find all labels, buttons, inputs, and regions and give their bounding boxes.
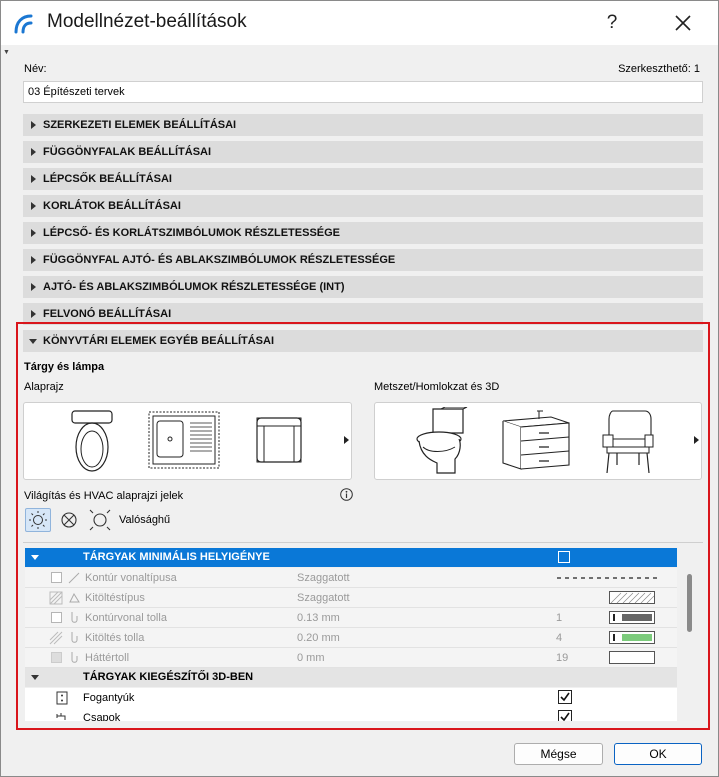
chevron-right-icon xyxy=(31,121,36,129)
chevron-right-icon xyxy=(31,256,36,264)
name-input[interactable]: 03 Építészeti tervek xyxy=(23,81,703,103)
section-stairs[interactable]: LÉPCSŐK BEÁLLÍTÁSAI xyxy=(23,168,703,190)
title-bar: Modellnézet-beállítások ? xyxy=(1,1,718,45)
editable-count: Szerkeszthető: 1 xyxy=(618,63,700,75)
collapse-arrow-icon[interactable]: ▼ xyxy=(3,49,10,56)
chevron-right-icon xyxy=(31,229,36,237)
name-label: Név: xyxy=(24,63,47,75)
archicad-logo-icon xyxy=(14,14,33,34)
section-structural[interactable]: SZERKEZETI ELEMEK BEÁLLÍTÁSAI xyxy=(23,114,703,136)
section-curtain-walls[interactable]: FÜGGÖNYFALAK BEÁLLÍTÁSAI xyxy=(23,141,703,163)
ok-button[interactable]: OK xyxy=(614,743,702,765)
help-button[interactable]: ? xyxy=(597,9,627,37)
section-stair-railing-symbols[interactable]: LÉPCSŐ- ÉS KORLÁTSZIMBÓLUMOK RÉSZLETESSÉ… xyxy=(23,222,703,244)
section-door-window-symbols[interactable]: AJTÓ- ÉS ABLAKSZIMBÓLUMOK RÉSZLETESSÉGE … xyxy=(23,276,703,298)
section-curtain-door-window-symbols[interactable]: FÜGGÖNYFAL AJTÓ- ÉS ABLAKSZIMBÓLUMOK RÉS… xyxy=(23,249,703,271)
window-title: Modellnézet-beállítások xyxy=(47,11,247,32)
dialog-window: Modellnézet-beállítások ? ▼ Név: Szerkes… xyxy=(0,0,719,777)
close-icon[interactable] xyxy=(665,9,701,37)
chevron-right-icon xyxy=(31,148,36,156)
chevron-right-icon xyxy=(31,283,36,291)
section-railings[interactable]: KORLÁTOK BEÁLLÍTÁSAI xyxy=(23,195,703,217)
highlight-frame xyxy=(16,322,710,730)
chevron-right-icon xyxy=(31,175,36,183)
chevron-right-icon xyxy=(31,202,36,210)
chevron-right-icon xyxy=(31,310,36,318)
cancel-button[interactable]: Mégse xyxy=(514,743,603,765)
